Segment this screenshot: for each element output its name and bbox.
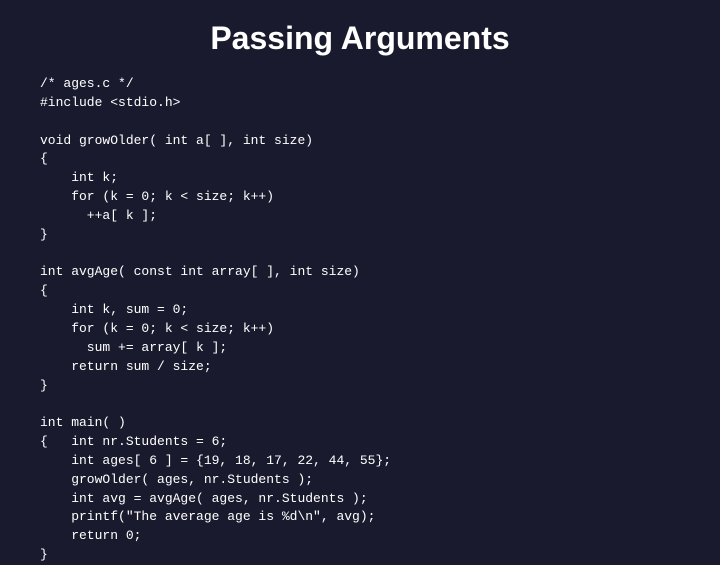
code-block: /* ages.c */ #include <stdio.h> void gro… xyxy=(40,75,680,565)
slide-title: Passing Arguments xyxy=(40,20,680,57)
slide-container: Passing Arguments /* ages.c */ #include … xyxy=(0,0,720,540)
